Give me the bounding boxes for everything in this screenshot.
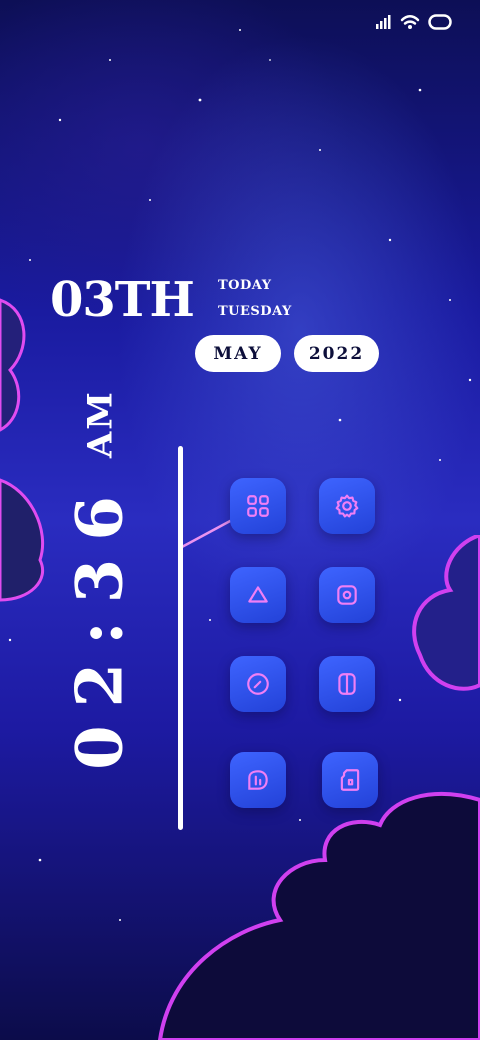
clock-widget[interactable]: 02:36 AM (50, 360, 150, 800)
app-grid-button[interactable] (230, 478, 286, 534)
app-clock-button[interactable] (230, 656, 286, 712)
divider-line (178, 446, 183, 830)
grid-icon (247, 495, 269, 517)
app-triangle-button[interactable] (230, 567, 286, 623)
date-day: 03TH (50, 272, 195, 328)
clock-time: 02:36 (62, 478, 138, 770)
split-screen-icon (338, 673, 356, 695)
status-bar (376, 14, 452, 30)
camera-icon (337, 585, 357, 605)
battery-icon (428, 14, 452, 30)
today-label: TODAY (218, 278, 272, 293)
clock-icon (247, 673, 269, 695)
app-sd-card-button[interactable] (322, 752, 378, 808)
app-settings-button[interactable] (319, 478, 375, 534)
app-split-screen-button[interactable] (319, 656, 375, 712)
year-pill: 2022 (294, 335, 379, 372)
settings-icon (335, 494, 359, 518)
wifi-icon (400, 15, 420, 29)
month-pill: MAY (195, 335, 281, 372)
weekday-label: TUESDAY (218, 304, 292, 319)
clock-ampm: AM (80, 390, 120, 459)
chart-icon (248, 770, 268, 790)
sd-card-icon (340, 769, 360, 791)
signal-icon (376, 15, 391, 29)
app-camera-button[interactable] (319, 567, 375, 623)
app-chart-button[interactable] (230, 752, 286, 808)
cloud-right-decoration (412, 535, 480, 691)
cloud-bottom-decoration (157, 792, 480, 1040)
triangle-icon (248, 586, 268, 603)
